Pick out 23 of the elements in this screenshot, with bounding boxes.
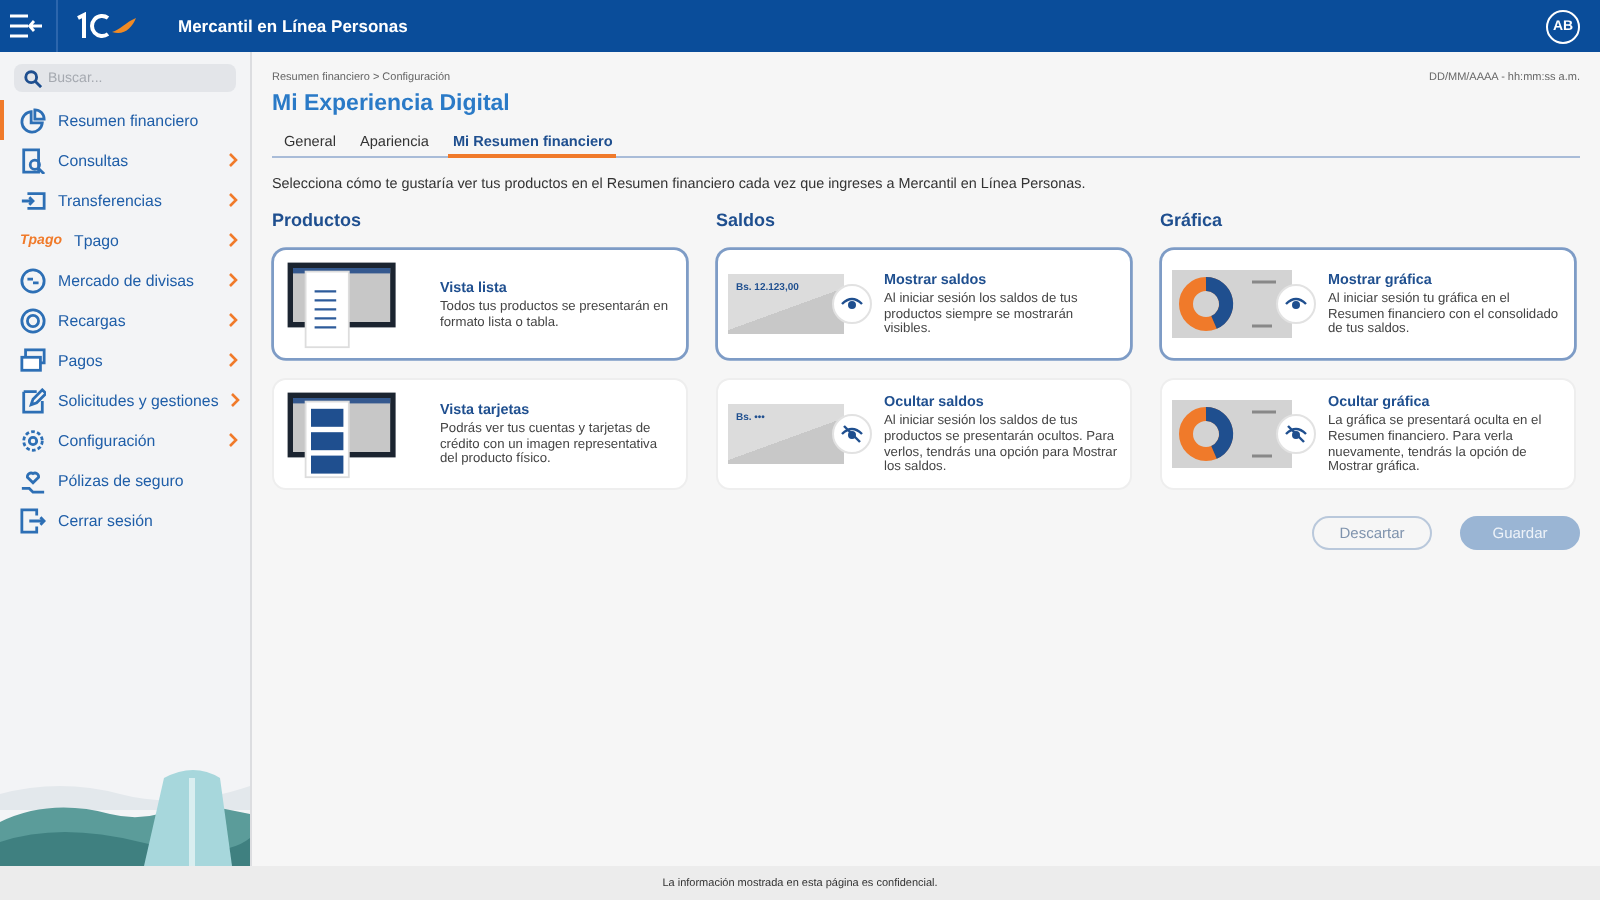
- logout-icon: [20, 507, 46, 533]
- eye-slash-icon: [1276, 414, 1316, 454]
- document-search-icon: [20, 147, 46, 173]
- edit-form-icon: [20, 387, 46, 413]
- menu-icon[interactable]: [8, 14, 44, 38]
- transfer-icon: [20, 187, 46, 213]
- donut-chart-drawing: [1172, 400, 1292, 468]
- eye-slash-icon: [832, 414, 872, 454]
- section-title: Saldos: [716, 210, 778, 230]
- section-title: Gráfica: [1160, 210, 1225, 230]
- search-icon: [24, 69, 42, 87]
- logo-icon: [74, 12, 138, 40]
- pie-chart-icon: [20, 107, 46, 133]
- eye-icon: [832, 284, 872, 324]
- heart-hand-icon: [20, 467, 46, 493]
- payment-card-icon: [20, 347, 46, 373]
- eye-icon: [1276, 284, 1316, 324]
- app-title: Mercantil en Línea Personas: [178, 16, 410, 36]
- donut-chart-drawing: [1172, 270, 1292, 338]
- page-title: Mi Experiencia Digital: [272, 92, 512, 116]
- section-title: Productos: [272, 210, 364, 230]
- currency-exchange-icon: [20, 267, 46, 293]
- settings-icon: [20, 427, 46, 453]
